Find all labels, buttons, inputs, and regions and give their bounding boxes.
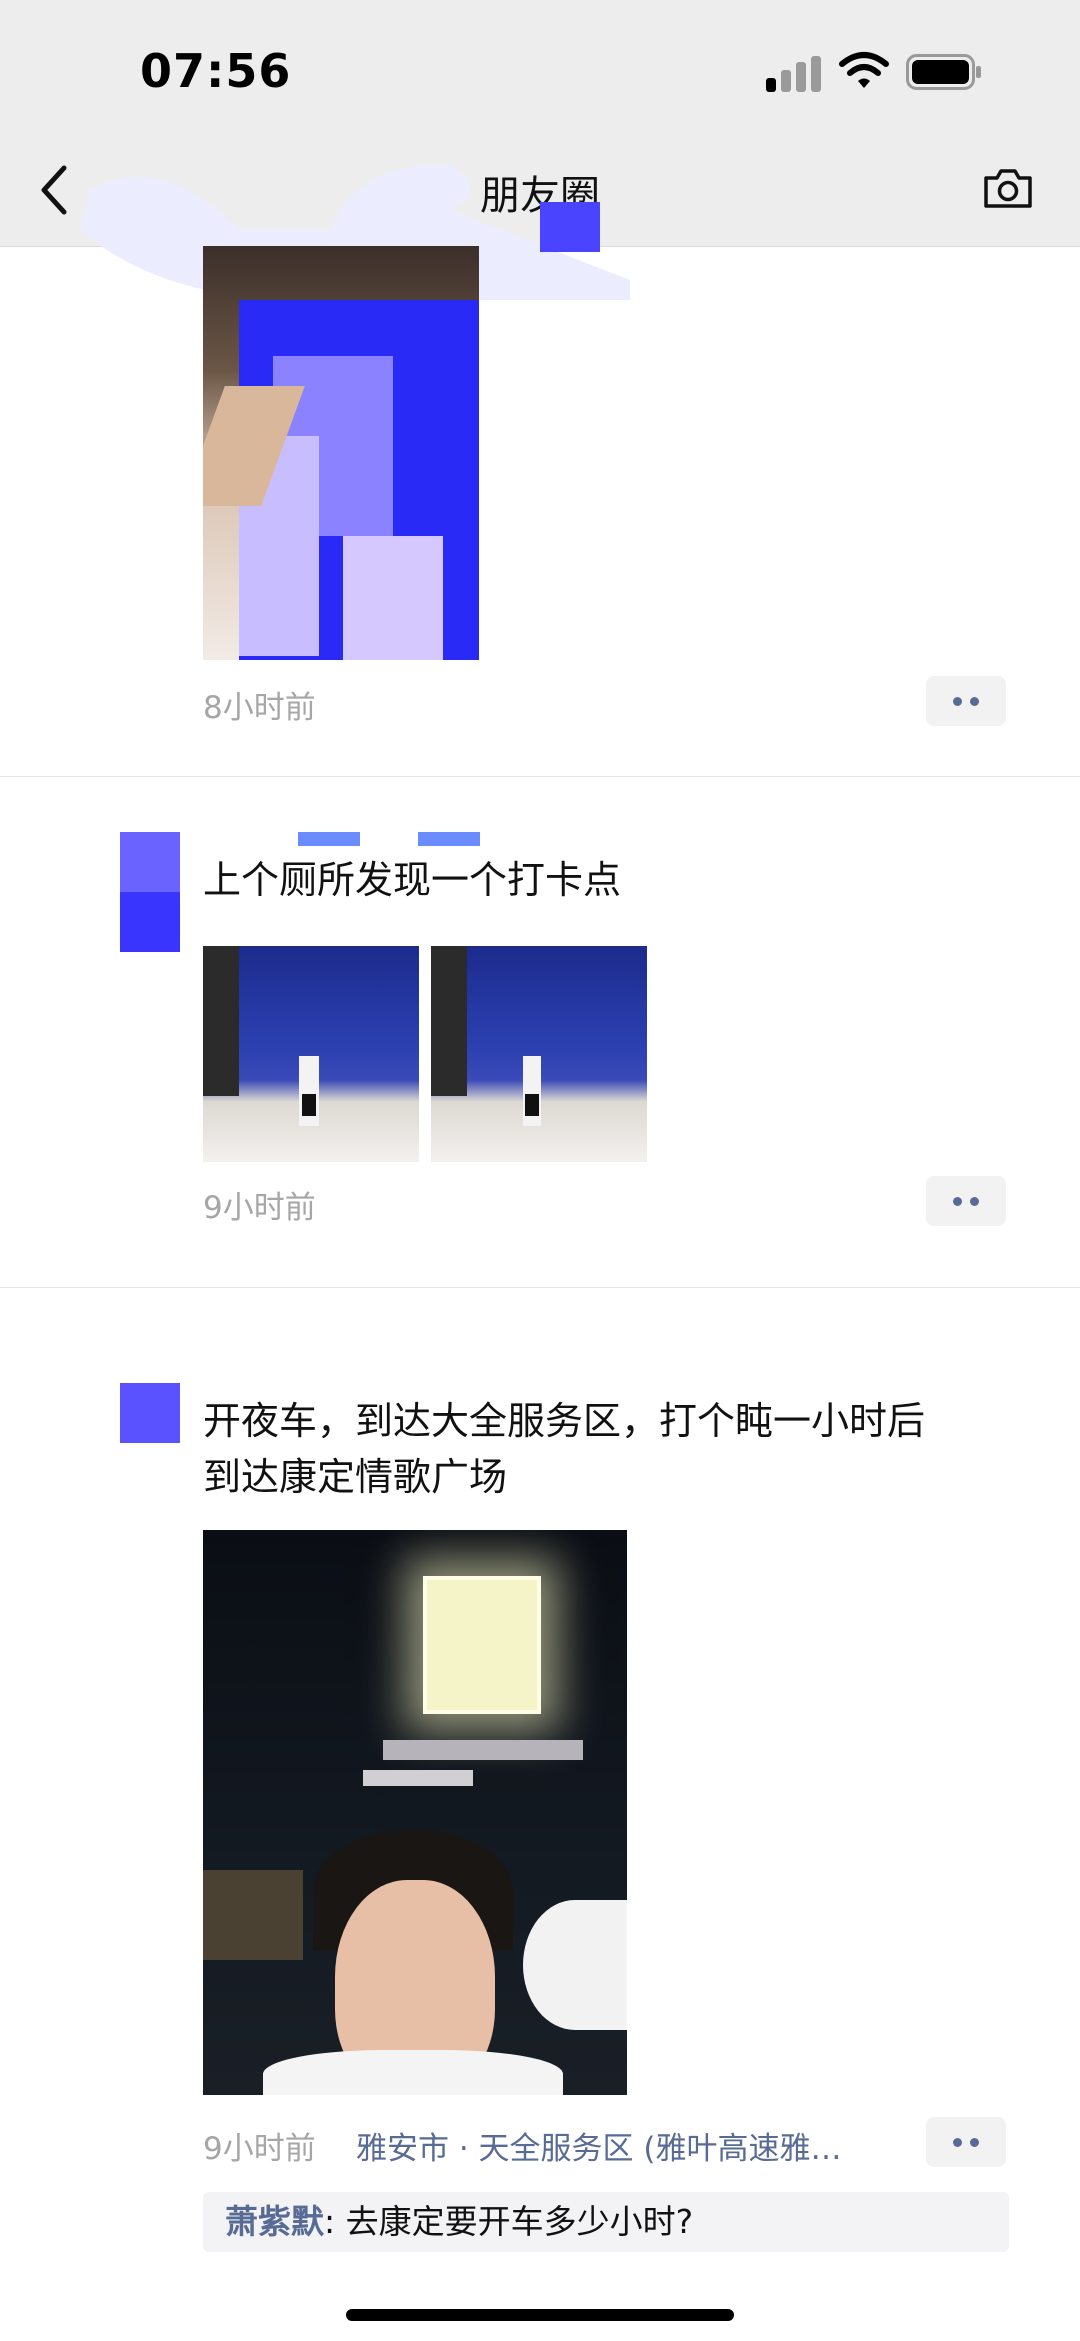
- redacted-username: [418, 832, 480, 846]
- status-time: 07:56: [140, 44, 292, 98]
- divider: [0, 1287, 1080, 1288]
- redacted-username: [298, 832, 360, 846]
- post-text: 开夜车，到达大全服务区，打个盹一小时后 到达康定情歌广场: [203, 1399, 926, 1499]
- post-photo[interactable]: [203, 946, 419, 1162]
- comment-author[interactable]: 萧紫默: [225, 2202, 324, 2241]
- comment-box[interactable]: 萧紫默: 去康定要开车多少小时?: [203, 2192, 1009, 2252]
- wifi-icon: [839, 52, 889, 88]
- battery-icon: [906, 54, 981, 90]
- avatar[interactable]: [120, 832, 180, 952]
- post-time: 9小时前: [203, 2131, 316, 2167]
- divider: [0, 776, 1080, 777]
- post-text: 上个厕所发现一个打卡点: [203, 858, 622, 902]
- more-dots-icon[interactable]: [926, 676, 1006, 726]
- camera-icon[interactable]: [982, 166, 1034, 210]
- home-indicator: [346, 2309, 734, 2321]
- post-location[interactable]: 雅安市 · 天全服务区 (雅叶高速雅…: [356, 2123, 842, 2168]
- more-dots-icon[interactable]: [926, 1176, 1006, 1226]
- post-photo[interactable]: [431, 946, 647, 1162]
- post-time: 8小时前: [203, 690, 316, 726]
- post-time: 9小时前: [203, 1190, 316, 1226]
- post-photo[interactable]: [203, 1530, 627, 2095]
- more-dots-icon[interactable]: [926, 2117, 1006, 2167]
- moments-feed[interactable]: 8小时前 上个厕所发现一个打卡点 9小时前 开夜车，到达大全服务区，打个盹一小时…: [0, 246, 1080, 2341]
- avatar[interactable]: [120, 1383, 180, 1443]
- post-photo[interactable]: [203, 246, 479, 660]
- comment-text: : 去康定要开车多少小时?: [324, 2202, 694, 2241]
- signal-icon: [766, 56, 822, 92]
